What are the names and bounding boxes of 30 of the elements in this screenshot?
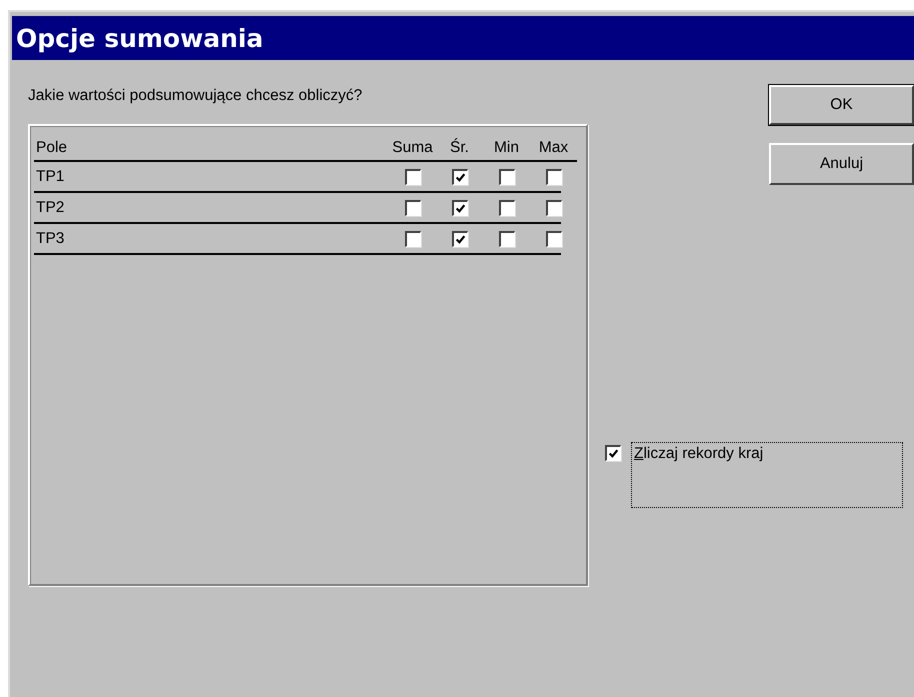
column-header: Max <box>538 138 570 158</box>
check-icon <box>608 448 619 459</box>
checkbox[interactable] <box>546 168 562 184</box>
prompt-label: Jakie wartości podsumowujące chcesz obliczyć? <box>28 87 364 106</box>
column-header: Pole <box>35 138 68 158</box>
checkbox[interactable] <box>605 445 621 461</box>
table-cell-text: TP2 <box>35 198 66 218</box>
table-cell-text: TP1 <box>35 166 66 186</box>
checkbox[interactable] <box>452 168 468 184</box>
checkbox-label[interactable]: Zliczaj rekordy kraj <box>631 442 903 508</box>
check-icon <box>454 202 466 214</box>
checkbox[interactable] <box>498 200 514 216</box>
dialog-button[interactable]: Anuluj <box>769 143 914 185</box>
checkbox[interactable] <box>546 230 562 246</box>
window-title: Opcje sumowania <box>16 24 264 52</box>
checkbox[interactable] <box>498 230 514 246</box>
checkbox[interactable] <box>404 168 420 184</box>
column-header: Śr. <box>449 137 470 158</box>
dialog-button[interactable]: OK <box>769 85 914 125</box>
checkbox[interactable] <box>546 200 562 216</box>
checkbox[interactable] <box>404 230 420 246</box>
checkbox[interactable] <box>404 200 420 216</box>
checkbox[interactable] <box>452 200 468 216</box>
checkbox[interactable] <box>498 168 514 184</box>
column-header: Suma <box>391 138 434 158</box>
check-icon <box>454 172 466 182</box>
checkbox[interactable] <box>452 230 468 246</box>
table-cell-text: TP3 <box>35 228 66 248</box>
column-header: Min <box>493 138 520 158</box>
check-icon <box>454 234 466 244</box>
